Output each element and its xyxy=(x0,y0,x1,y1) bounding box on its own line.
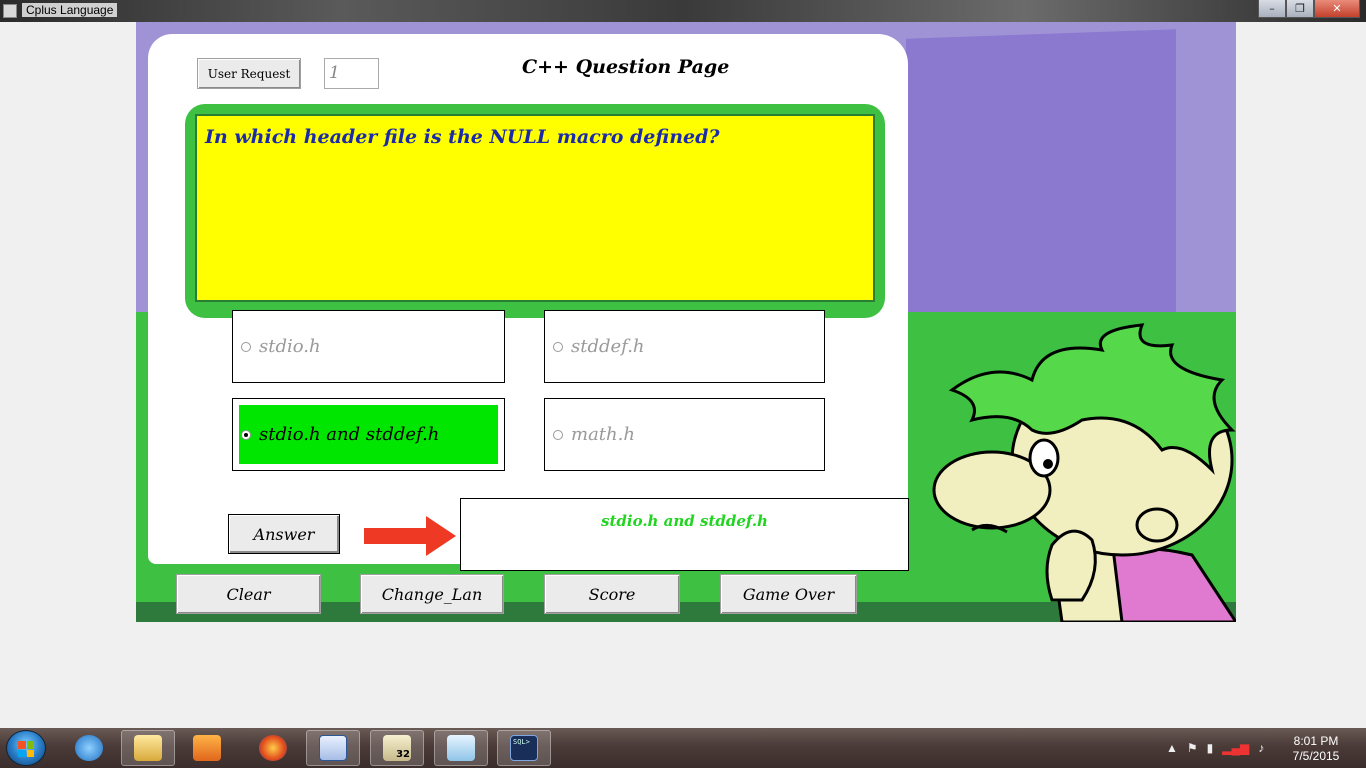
question-box: In which header file is the NULL macro d… xyxy=(195,114,875,302)
notepad-icon xyxy=(447,735,475,761)
change-language-button[interactable]: Change_Lan xyxy=(360,574,504,614)
score-button[interactable]: Score xyxy=(544,574,680,614)
clock[interactable]: 8:01 PM 7/5/2015 xyxy=(1286,734,1346,764)
internet-explorer-icon xyxy=(75,735,103,761)
question-number-field[interactable]: 1 xyxy=(324,58,379,89)
word-icon xyxy=(319,735,347,761)
radio-selected-icon[interactable] xyxy=(241,429,251,440)
page-title: C++ Question Page xyxy=(522,56,730,78)
option-label: stddef.h xyxy=(571,336,645,357)
taskbar: 32 SQL> ▲ ⚑ ▮ ▂▄▆ ♪ 8:01 PM 7/5/2015 xyxy=(0,728,1366,768)
firefox-icon xyxy=(259,735,287,761)
taskbar-firefox[interactable] xyxy=(246,730,300,766)
option-label: stdio.h and stddef.h xyxy=(259,424,440,445)
option-label: stdio.h xyxy=(259,336,321,357)
show-hidden-icons-icon[interactable]: ▲ xyxy=(1166,741,1178,755)
arrow-right-icon xyxy=(364,516,456,556)
option-stdio-and-stddef[interactable]: stdio.h and stddef.h xyxy=(232,398,505,471)
taskbar-media-player[interactable] xyxy=(180,730,234,766)
volume-icon[interactable]: ♪ xyxy=(1258,741,1264,755)
option-stddef-h[interactable]: stddef.h xyxy=(544,310,825,383)
window-controls: – ❐ ✕ xyxy=(1258,0,1360,18)
clock-date: 7/5/2015 xyxy=(1292,749,1340,763)
taskbar-word[interactable] xyxy=(306,730,360,766)
windows-logo-icon xyxy=(18,741,34,757)
taskbar-file-explorer[interactable] xyxy=(121,730,175,766)
user-request-button[interactable]: User Request xyxy=(197,58,301,89)
game-over-button[interactable]: Game Over xyxy=(720,574,857,614)
app-32-icon: 32 xyxy=(383,735,411,761)
title-bar: Cplus Language – ❐ ✕ xyxy=(0,0,1366,22)
taskbar-sql[interactable]: SQL> xyxy=(497,730,551,766)
answer-button[interactable]: Answer xyxy=(228,514,340,554)
taskbar-internet-explorer[interactable] xyxy=(62,730,116,766)
action-center-flag-icon[interactable]: ⚑ xyxy=(1187,741,1198,755)
sql-icon: SQL> xyxy=(510,735,538,761)
radio-icon[interactable] xyxy=(553,341,563,352)
media-player-icon xyxy=(193,735,221,761)
close-button[interactable]: ✕ xyxy=(1314,0,1360,18)
radio-icon[interactable] xyxy=(553,429,563,440)
network-signal-icon[interactable]: ▂▄▆ xyxy=(1222,741,1249,755)
app-icon xyxy=(3,4,17,18)
clear-button[interactable]: Clear xyxy=(176,574,321,614)
option-stdio-h[interactable]: stdio.h xyxy=(232,310,505,383)
taskbar-app-32[interactable]: 32 xyxy=(370,730,424,766)
start-button[interactable] xyxy=(6,730,46,766)
minimize-button[interactable]: – xyxy=(1258,0,1286,18)
radio-icon[interactable] xyxy=(241,341,251,352)
system-tray: ▲ ⚑ ▮ ▂▄▆ ♪ 8:01 PM 7/5/2015 xyxy=(1160,728,1366,768)
question-text: In which header file is the NULL macro d… xyxy=(205,126,720,148)
main-form: User Request 1 C++ Question Page In whic… xyxy=(136,22,1236,622)
answer-result-box: stdio.h and stddef.h xyxy=(460,498,909,571)
taskbar-notepad[interactable] xyxy=(434,730,488,766)
window-title: Cplus Language xyxy=(22,3,118,17)
option-label: math.h xyxy=(571,424,635,445)
file-explorer-icon xyxy=(134,735,162,761)
option-math-h[interactable]: math.h xyxy=(544,398,825,471)
question-panel: User Request 1 C++ Question Page In whic… xyxy=(148,34,909,571)
answer-result-text: stdio.h and stddef.h xyxy=(601,512,768,530)
maximize-button[interactable]: ❐ xyxy=(1286,0,1314,18)
clock-time: 8:01 PM xyxy=(1293,734,1339,748)
device-icon[interactable]: ▮ xyxy=(1207,741,1214,755)
cartoon-boy-image xyxy=(932,323,1236,622)
